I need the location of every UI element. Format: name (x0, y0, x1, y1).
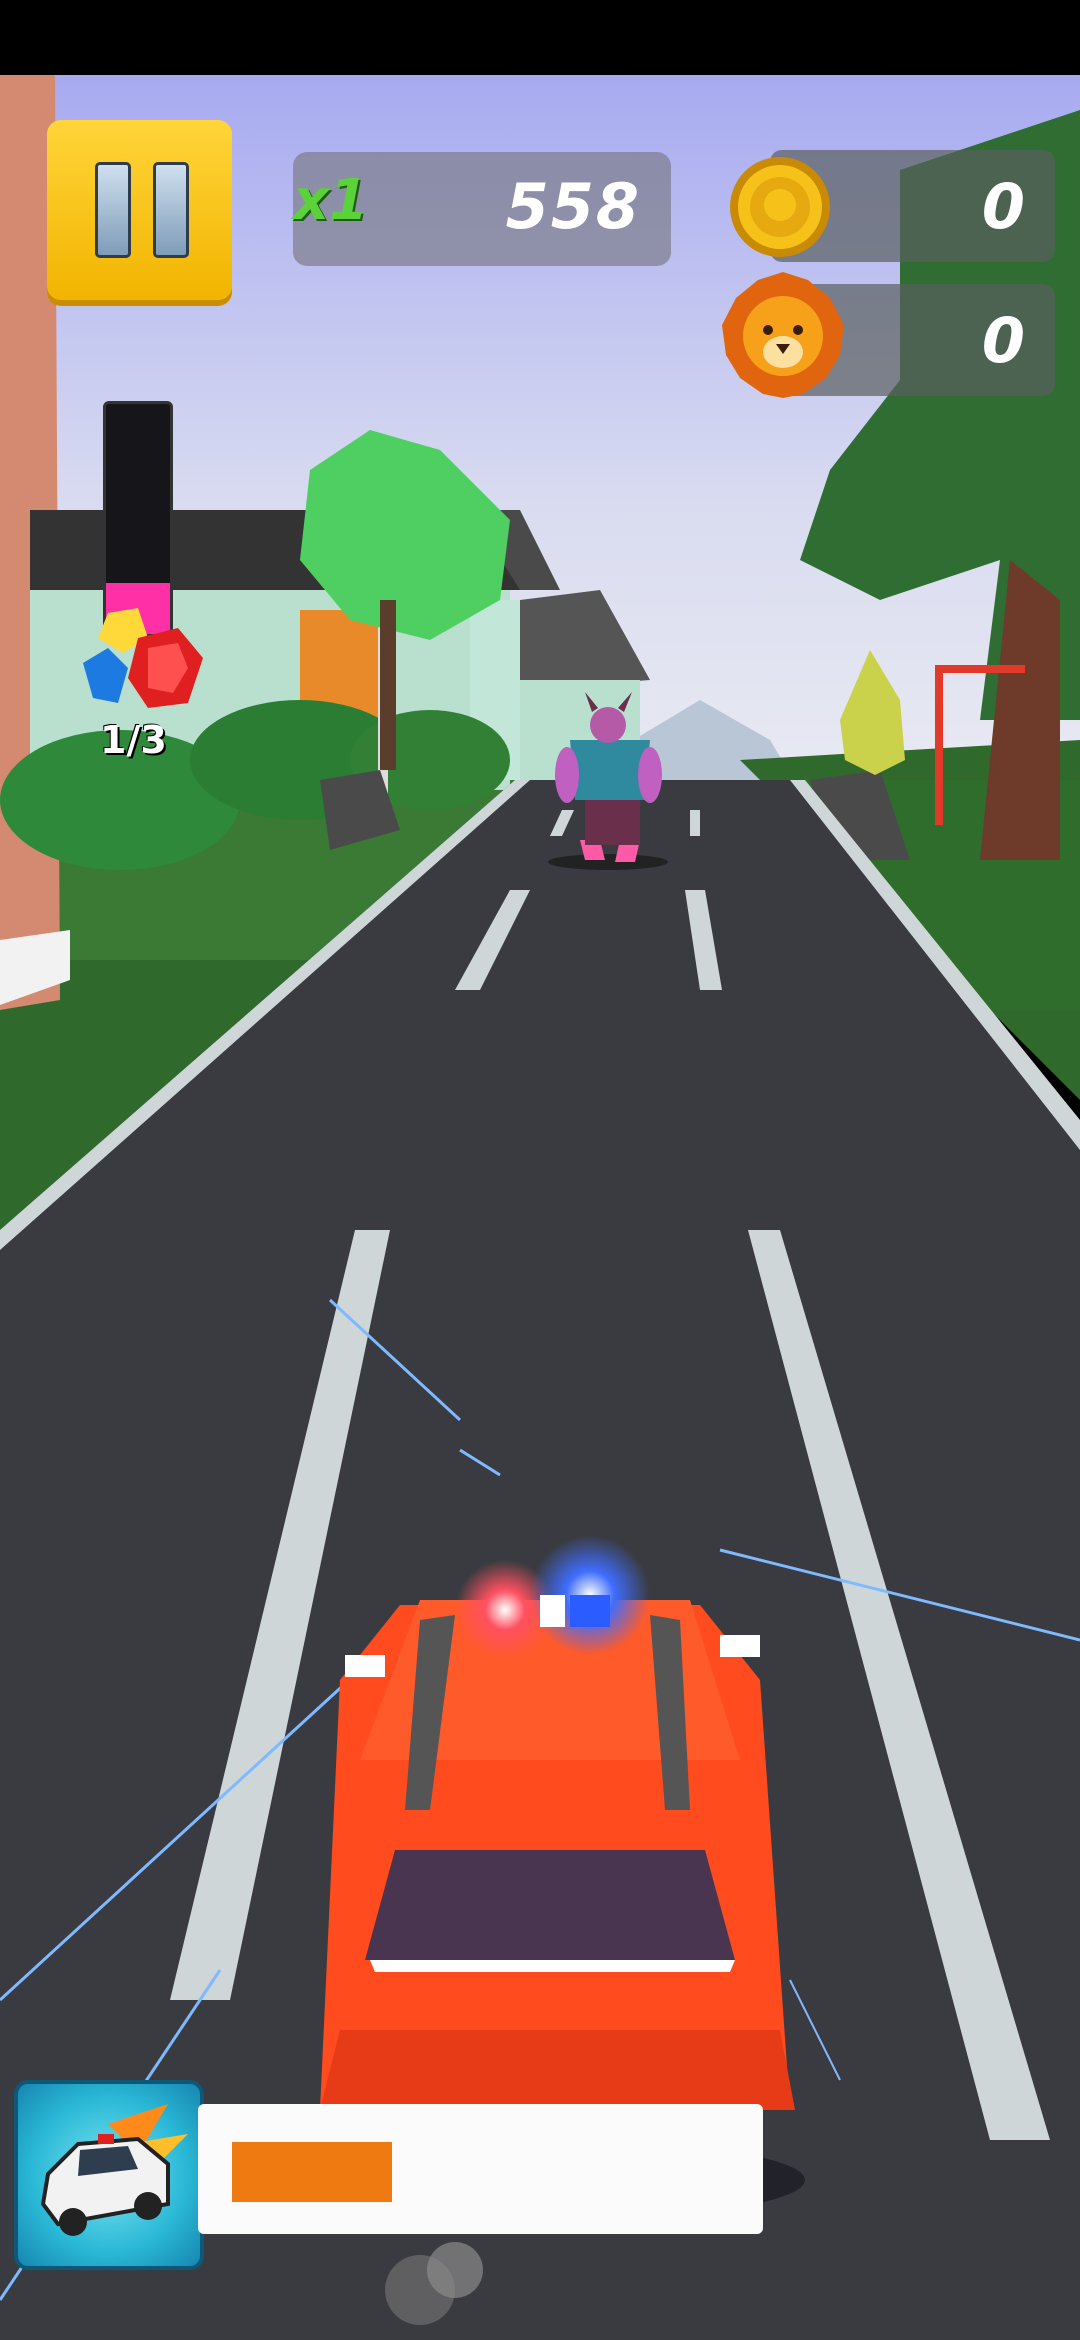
vehicle-powerup-icon-box[interactable] (14, 2080, 204, 2270)
lion-coin-icon (730, 157, 830, 257)
lion-token-count: 0 (981, 304, 1025, 377)
score-panel: x1 558 (293, 152, 671, 266)
pause-button[interactable] (47, 120, 232, 300)
boost-fill (232, 2142, 392, 2202)
pause-icon (95, 162, 131, 258)
coin-count: 0 (981, 170, 1025, 243)
game-screen: x1 558 0 0 1/3 (0, 0, 1080, 2340)
lion-face-icon (722, 272, 844, 398)
gems-icon (83, 608, 203, 708)
power-meter (103, 401, 173, 637)
score-multiplier: x1 (293, 168, 369, 233)
boost-progress-bar (198, 2104, 763, 2234)
pause-icon-bar (153, 162, 189, 258)
gem-progress-text: 1/3 (100, 718, 167, 762)
boost-track (232, 2142, 732, 2202)
score-value: 558 (505, 170, 641, 243)
police-car-icon (40, 2104, 188, 2236)
